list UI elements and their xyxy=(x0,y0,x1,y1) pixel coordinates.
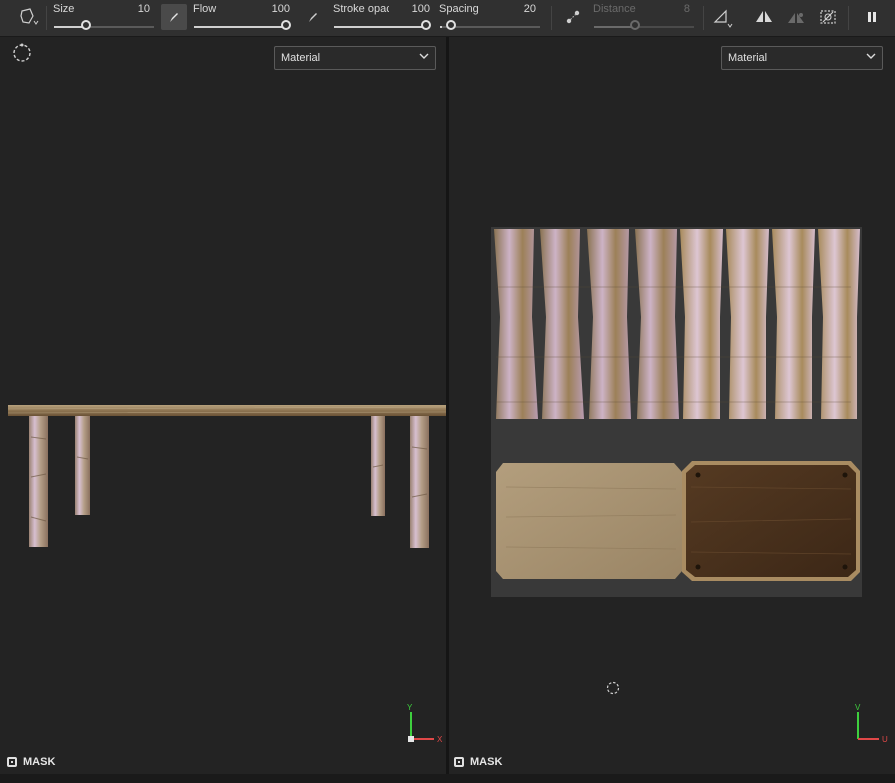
axis-y-label: Y xyxy=(407,703,413,712)
toolbar-separator xyxy=(848,6,849,30)
stroke-opacity-fill xyxy=(334,26,426,28)
stencil-icon[interactable] xyxy=(815,4,841,30)
size-label: Size xyxy=(53,3,75,15)
bottom-strip xyxy=(0,774,895,783)
pause-icon[interactable] xyxy=(859,4,885,30)
toolbar-separator xyxy=(46,6,47,30)
material-dropdown-2d-value: Material xyxy=(728,52,768,64)
toolbar-separator xyxy=(703,6,704,30)
distance-knob[interactable] xyxy=(630,20,640,30)
spacing-label: Spacing xyxy=(439,3,479,15)
viewport-3d[interactable]: Material Y X MASK xyxy=(0,37,446,774)
material-dropdown-2d[interactable]: Material xyxy=(721,46,883,70)
viewport-2d[interactable]: Material V U MASK xyxy=(449,37,895,774)
size-knob[interactable] xyxy=(81,20,91,30)
lazy-mouse-icon[interactable] xyxy=(560,4,586,30)
flow-knob[interactable] xyxy=(281,20,291,30)
mask-toggle-2d[interactable]: MASK xyxy=(454,756,502,768)
stroke-opacity-value: 100 xyxy=(411,3,430,15)
toolbar: Size 10 Flow 100 Stroke opac 100 Spacing… xyxy=(0,0,895,37)
camera-orbit-icon[interactable] xyxy=(605,680,621,699)
distance-label: Distance xyxy=(593,3,636,15)
chevron-down-icon xyxy=(866,51,876,64)
flow-pen-icon[interactable] xyxy=(161,4,187,30)
mirror-disabled-icon[interactable] xyxy=(783,4,809,30)
spacing-fill xyxy=(440,26,442,28)
mask-checkbox-3d[interactable] xyxy=(7,757,17,767)
stroke-opacity-label: Stroke opac xyxy=(333,3,389,15)
stroke-opacity-knob[interactable] xyxy=(421,20,431,30)
flow-label: Flow xyxy=(193,3,217,15)
mask-checkbox-2d[interactable] xyxy=(454,757,464,767)
distance-track[interactable] xyxy=(594,26,694,28)
distance-value: 8 xyxy=(683,3,690,15)
mask-toggle-3d[interactable]: MASK xyxy=(7,756,55,768)
stroke-opacity-track[interactable] xyxy=(334,26,426,28)
size-track[interactable] xyxy=(54,26,154,28)
brush-shape-icon[interactable] xyxy=(14,4,40,30)
symmetry-icon[interactable] xyxy=(710,4,736,30)
flow-track[interactable] xyxy=(194,26,286,28)
axis-v-label: V xyxy=(855,703,861,712)
flow-value: 100 xyxy=(271,3,290,15)
mask-label-2d: MASK xyxy=(470,756,503,768)
spacing-value: 20 xyxy=(523,3,536,15)
flow-fill xyxy=(194,26,286,28)
spacing-knob[interactable] xyxy=(446,20,456,30)
size-value: 10 xyxy=(137,3,150,15)
uv-axis-gizmo: V U xyxy=(851,703,891,747)
toolbar-separator xyxy=(551,6,552,30)
uv-texture-sheet xyxy=(491,227,862,597)
mirror-icon[interactable] xyxy=(751,4,777,30)
axis-u-label: U xyxy=(882,735,888,744)
table-model xyxy=(7,405,446,548)
stroke-opacity-pen-icon[interactable] xyxy=(300,4,326,30)
mask-label-3d: MASK xyxy=(23,756,56,768)
axis-gizmo: Y X xyxy=(404,703,444,747)
axis-x-label: X xyxy=(437,735,443,744)
